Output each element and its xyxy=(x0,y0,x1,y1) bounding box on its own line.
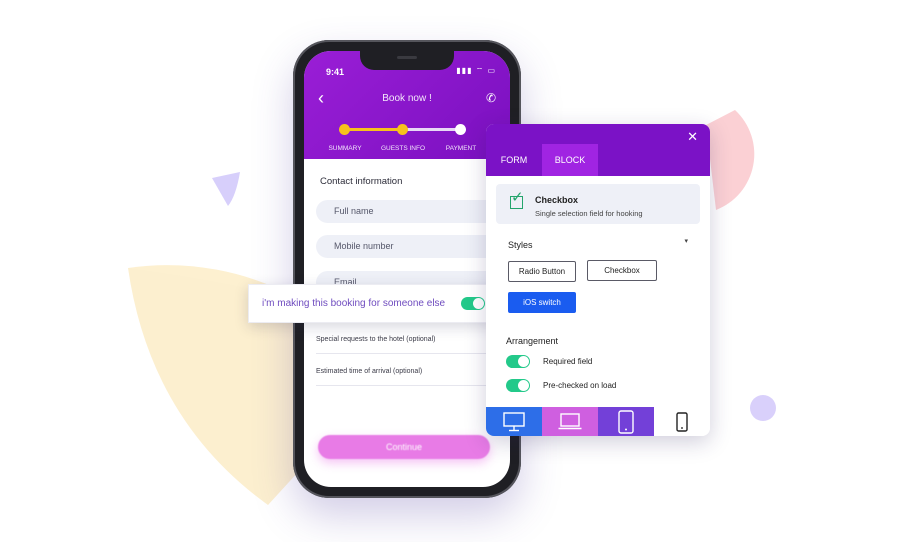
tablet-icon xyxy=(618,409,634,434)
page-title: Book now ! xyxy=(382,93,432,104)
stepper-remaining-line xyxy=(402,128,460,131)
arrangement-heading: Arrangement xyxy=(506,336,559,346)
step-dot-payment[interactable] xyxy=(455,124,466,135)
step-label-summary: SUMMARY xyxy=(328,145,362,152)
contact-info-heading: Contact information xyxy=(320,176,403,187)
desktop-preview-button[interactable] xyxy=(486,407,542,436)
device-preview-bar xyxy=(486,407,710,436)
close-icon[interactable]: ✕ xyxy=(687,129,698,145)
step-dot-guests-info[interactable] xyxy=(397,124,408,135)
panel-header: ✕ FORM BLOCK xyxy=(486,124,710,176)
step-label-payment: PAYMENT xyxy=(445,145,477,152)
phone-notch xyxy=(360,51,454,70)
booking-for-someone-label: i'm making this booking for someone else xyxy=(262,298,446,309)
step-label-guests-info: GUESTS INFO xyxy=(380,145,426,152)
status-icons: ▮▮▮ ⌔ ▭ xyxy=(456,66,496,75)
radio-button-style-button[interactable]: Radio Button xyxy=(508,261,576,282)
pre-checked-label: Pre-checked on load xyxy=(543,381,617,390)
continue-button[interactable]: Continue xyxy=(318,435,490,459)
special-requests-label: Special requests to the hotel (optional) xyxy=(316,336,436,343)
checkbox-style-button[interactable]: Checkbox xyxy=(587,260,657,281)
lavender-dot-shape xyxy=(750,395,776,421)
desktop-icon xyxy=(503,411,525,431)
tablet-preview-button[interactable] xyxy=(598,407,654,436)
check-mark-icon: ✓ xyxy=(511,189,524,206)
stepper-progress-line xyxy=(344,128,402,131)
special-requests-row[interactable]: Special requests to the hotel (optional) xyxy=(316,327,510,354)
styles-heading: Styles xyxy=(508,240,533,250)
arrival-time-label: Estimated time of arrival (optional) xyxy=(316,368,423,375)
booking-for-someone-toggle[interactable] xyxy=(461,297,485,310)
mobile-icon xyxy=(676,411,688,432)
block-settings-panel: ✕ FORM BLOCK ✓ Checkbox Single selection… xyxy=(486,124,710,436)
laptop-preview-button[interactable] xyxy=(542,407,598,436)
phone-call-icon[interactable]: ✆ xyxy=(486,91,496,105)
step-dot-summary[interactable] xyxy=(339,124,350,135)
booking-for-someone-card: i'm making this booking for someone else xyxy=(248,284,498,323)
block-description: Single selection field for hooking xyxy=(535,209,643,218)
booking-stepper: SUMMARY GUESTS INFO PAYMENT xyxy=(304,119,510,155)
chevron-down-icon[interactable]: ▾ xyxy=(684,237,688,245)
block-title: Checkbox xyxy=(535,195,579,205)
required-field-label: Required field xyxy=(543,357,593,366)
pre-checked-toggle[interactable] xyxy=(506,379,530,392)
lavender-triangle-shape xyxy=(212,172,240,206)
required-field-toggle[interactable] xyxy=(506,355,530,368)
mobile-preview-button[interactable] xyxy=(654,407,710,436)
tab-form[interactable]: FORM xyxy=(492,144,536,176)
checkbox-block-card[interactable]: ✓ Checkbox Single selection field for ho… xyxy=(496,184,700,224)
laptop-icon xyxy=(558,412,582,429)
arrival-time-row[interactable]: Estimated time of arrival (optional) xyxy=(316,359,510,386)
tab-block[interactable]: BLOCK xyxy=(542,144,598,176)
ios-switch-style-button[interactable]: iOS switch xyxy=(508,292,576,313)
full-name-field[interactable]: Full name xyxy=(316,200,510,223)
mobile-number-field[interactable]: Mobile number xyxy=(316,235,510,258)
phone-screen: 9:41 ▮▮▮ ⌔ ▭ ‹ Book now ! ✆ SUMMARY GUES… xyxy=(304,51,510,487)
pink-wedge-shape xyxy=(706,110,755,210)
status-time: 9:41 xyxy=(326,67,345,77)
